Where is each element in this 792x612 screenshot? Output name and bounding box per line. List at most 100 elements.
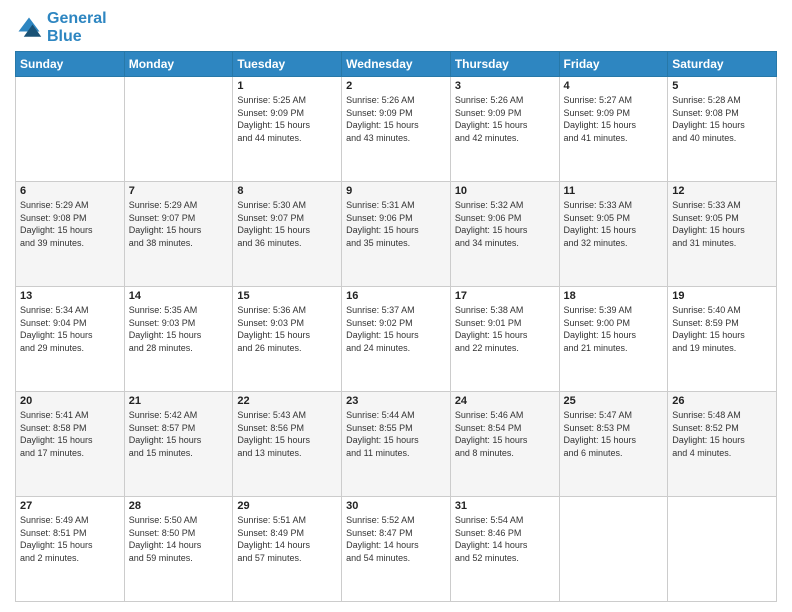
day-number: 12 — [672, 185, 772, 197]
cell-details: Sunrise: 5:25 AM Sunset: 9:09 PM Dayligh… — [237, 94, 337, 144]
week-row-5: 27 Sunrise: 5:49 AM Sunset: 8:51 PM Dayli… — [16, 497, 777, 602]
calendar-cell: 11 Sunrise: 5:33 AM Sunset: 9:05 PM Dayli… — [559, 182, 668, 287]
logo-text: General Blue — [47, 10, 107, 45]
calendar-cell: 31 Sunrise: 5:54 AM Sunset: 8:46 PM Dayli… — [450, 497, 559, 602]
calendar-cell: 9 Sunrise: 5:31 AM Sunset: 9:06 PM Daylig… — [342, 182, 451, 287]
weekday-thursday: Thursday — [450, 52, 559, 77]
cell-details: Sunrise: 5:35 AM Sunset: 9:03 PM Dayligh… — [129, 304, 229, 354]
cell-details: Sunrise: 5:52 AM Sunset: 8:47 PM Dayligh… — [346, 514, 446, 564]
calendar-cell: 23Sunrise: 5:44 AM Sunset: 8:55 PM Dayli… — [342, 392, 451, 497]
cell-details: Sunrise: 5:50 AM Sunset: 8:50 PM Dayligh… — [129, 514, 229, 564]
day-number: 7 — [129, 185, 229, 197]
day-number: 21 — [129, 395, 229, 407]
calendar-cell: 26 Sunrise: 5:48 AM Sunset: 8:52 PM Dayli… — [668, 392, 777, 497]
day-number: 3 — [455, 80, 555, 92]
cell-details: Sunrise: 5:31 AM Sunset: 9:06 PM Dayligh… — [346, 199, 446, 249]
cell-details: Sunrise: 5:33 AM Sunset: 9:05 PM Dayligh… — [564, 199, 664, 249]
cell-details: Sunrise: 5:34 AM Sunset: 9:04 PM Dayligh… — [20, 304, 120, 354]
day-number: 17 — [455, 290, 555, 302]
header: General Blue — [15, 10, 777, 45]
day-number: 4 — [564, 80, 664, 92]
day-number: 25 — [564, 395, 664, 407]
day-number: 31 — [455, 500, 555, 512]
calendar-cell: 10 Sunrise: 5:32 AM Sunset: 9:06 PM Dayli… — [450, 182, 559, 287]
calendar-cell: 4 Sunrise: 5:27 AM Sunset: 9:09 PM Daylig… — [559, 77, 668, 182]
day-number: 15 — [237, 290, 337, 302]
day-number: 30 — [346, 500, 446, 512]
day-number: 1 — [237, 80, 337, 92]
cell-details: Sunrise: 5:32 AM Sunset: 9:06 PM Dayligh… — [455, 199, 555, 249]
week-row-1: 1 Sunrise: 5:25 AM Sunset: 9:09 PM Daylig… — [16, 77, 777, 182]
cell-details: Sunrise: 5:48 AM Sunset: 8:52 PM Dayligh… — [672, 409, 772, 459]
calendar-cell: 12 Sunrise: 5:33 AM Sunset: 9:05 PM Dayli… — [668, 182, 777, 287]
day-number: 26 — [672, 395, 772, 407]
calendar-cell: 14 Sunrise: 5:35 AM Sunset: 9:03 PM Dayli… — [124, 287, 233, 392]
day-number: 10 — [455, 185, 555, 197]
calendar-cell: 25 Sunrise: 5:47 AM Sunset: 8:53 PM Dayli… — [559, 392, 668, 497]
cell-details: Sunrise: 5:37 AM Sunset: 9:02 PM Dayligh… — [346, 304, 446, 354]
cell-details: Sunrise: 5:30 AM Sunset: 9:07 PM Dayligh… — [237, 199, 337, 249]
calendar-cell: 19Sunrise: 5:40 AM Sunset: 8:59 PM Dayli… — [668, 287, 777, 392]
weekday-wednesday: Wednesday — [342, 52, 451, 77]
calendar-cell: 27 Sunrise: 5:49 AM Sunset: 8:51 PM Dayli… — [16, 497, 125, 602]
day-number: 2 — [346, 80, 446, 92]
weekday-header-row: SundayMondayTuesdayWednesdayThursdayFrid… — [16, 52, 777, 77]
day-number: 16 — [346, 290, 446, 302]
day-number: 11 — [564, 185, 664, 197]
day-number: 9 — [346, 185, 446, 197]
day-number: 22 — [237, 395, 337, 407]
cell-details: Sunrise: 5:51 AM Sunset: 8:49 PM Dayligh… — [237, 514, 337, 564]
calendar-cell: 3 Sunrise: 5:26 AM Sunset: 9:09 PM Daylig… — [450, 77, 559, 182]
calendar-cell — [124, 77, 233, 182]
calendar-cell: 5 Sunrise: 5:28 AM Sunset: 9:08 PM Daylig… — [668, 77, 777, 182]
day-number: 20 — [20, 395, 120, 407]
weekday-sunday: Sunday — [16, 52, 125, 77]
calendar-cell: 21 Sunrise: 5:42 AM Sunset: 8:57 PM Dayli… — [124, 392, 233, 497]
day-number: 27 — [20, 500, 120, 512]
cell-details: Sunrise: 5:42 AM Sunset: 8:57 PM Dayligh… — [129, 409, 229, 459]
calendar-cell: 22 Sunrise: 5:43 AM Sunset: 8:56 PM Dayli… — [233, 392, 342, 497]
day-number: 29 — [237, 500, 337, 512]
cell-details: Sunrise: 5:29 AM Sunset: 9:07 PM Dayligh… — [129, 199, 229, 249]
calendar-cell: 29 Sunrise: 5:51 AM Sunset: 8:49 PM Dayli… — [233, 497, 342, 602]
cell-details: Sunrise: 5:43 AM Sunset: 8:56 PM Dayligh… — [237, 409, 337, 459]
day-number: 5 — [672, 80, 772, 92]
day-number: 24 — [455, 395, 555, 407]
logo: General Blue — [15, 10, 107, 45]
cell-details: Sunrise: 5:26 AM Sunset: 9:09 PM Dayligh… — [346, 94, 446, 144]
weekday-saturday: Saturday — [668, 52, 777, 77]
cell-details: Sunrise: 5:47 AM Sunset: 8:53 PM Dayligh… — [564, 409, 664, 459]
day-number: 13 — [20, 290, 120, 302]
cell-details: Sunrise: 5:27 AM Sunset: 9:09 PM Dayligh… — [564, 94, 664, 144]
logo-icon — [15, 14, 43, 42]
cell-details: Sunrise: 5:44 AM Sunset: 8:55 PM Dayligh… — [346, 409, 446, 459]
cell-details: Sunrise: 5:33 AM Sunset: 9:05 PM Dayligh… — [672, 199, 772, 249]
calendar-cell — [559, 497, 668, 602]
day-number: 14 — [129, 290, 229, 302]
cell-details: Sunrise: 5:28 AM Sunset: 9:08 PM Dayligh… — [672, 94, 772, 144]
calendar-cell: 15 Sunrise: 5:36 AM Sunset: 9:03 PM Dayli… — [233, 287, 342, 392]
calendar-cell: 24Sunrise: 5:46 AM Sunset: 8:54 PM Dayli… — [450, 392, 559, 497]
weekday-monday: Monday — [124, 52, 233, 77]
calendar-cell: 20 Sunrise: 5:41 AM Sunset: 8:58 PM Dayli… — [16, 392, 125, 497]
week-row-3: 13 Sunrise: 5:34 AM Sunset: 9:04 PM Dayli… — [16, 287, 777, 392]
day-number: 19 — [672, 290, 772, 302]
cell-details: Sunrise: 5:26 AM Sunset: 9:09 PM Dayligh… — [455, 94, 555, 144]
calendar-cell — [668, 497, 777, 602]
week-row-4: 20 Sunrise: 5:41 AM Sunset: 8:58 PM Dayli… — [16, 392, 777, 497]
cell-details: Sunrise: 5:36 AM Sunset: 9:03 PM Dayligh… — [237, 304, 337, 354]
day-number: 6 — [20, 185, 120, 197]
cell-details: Sunrise: 5:29 AM Sunset: 9:08 PM Dayligh… — [20, 199, 120, 249]
calendar-cell: 7 Sunrise: 5:29 AM Sunset: 9:07 PM Daylig… — [124, 182, 233, 287]
cell-details: Sunrise: 5:49 AM Sunset: 8:51 PM Dayligh… — [20, 514, 120, 564]
day-number: 8 — [237, 185, 337, 197]
calendar-cell: 16 Sunrise: 5:37 AM Sunset: 9:02 PM Dayli… — [342, 287, 451, 392]
cell-details: Sunrise: 5:41 AM Sunset: 8:58 PM Dayligh… — [20, 409, 120, 459]
calendar-cell — [16, 77, 125, 182]
calendar-cell: 30 Sunrise: 5:52 AM Sunset: 8:47 PM Dayli… — [342, 497, 451, 602]
calendar-cell: 8 Sunrise: 5:30 AM Sunset: 9:07 PM Daylig… — [233, 182, 342, 287]
cell-details: Sunrise: 5:54 AM Sunset: 8:46 PM Dayligh… — [455, 514, 555, 564]
day-number: 18 — [564, 290, 664, 302]
cell-details: Sunrise: 5:39 AM Sunset: 9:00 PM Dayligh… — [564, 304, 664, 354]
weekday-friday: Friday — [559, 52, 668, 77]
